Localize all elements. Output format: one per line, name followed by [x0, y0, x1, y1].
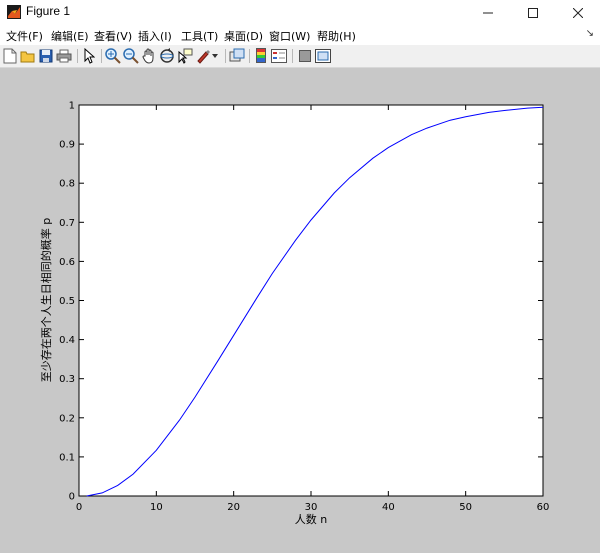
maximize-button[interactable] — [510, 0, 555, 25]
hide-plot-tools-icon — [299, 50, 311, 62]
close-button[interactable] — [555, 0, 600, 25]
save-icon — [39, 49, 53, 63]
window-title: Figure 1 — [26, 4, 71, 18]
minimize-button[interactable] — [465, 0, 510, 25]
x-tick-label: 40 — [382, 502, 395, 513]
insert-legend-button[interactable] — [270, 47, 288, 65]
x-tick-label: 60 — [537, 502, 550, 513]
dock-arrow-icon[interactable]: ↘ — [586, 28, 594, 39]
chevron-down-icon — [212, 54, 218, 58]
birthday-probability-chart: 0 10 20 30 40 50 60 00.10.20.30.40.50.60.70.80… — [39, 101, 550, 527]
brush-dropdown[interactable] — [210, 47, 220, 65]
y-tick-label: 0.3 — [59, 374, 75, 385]
x-axis-label: 人数 n — [295, 513, 327, 526]
data-cursor-icon — [178, 48, 193, 64]
insert-colorbar-icon — [256, 48, 266, 63]
menu-insert[interactable]: 插入(I) — [138, 28, 172, 44]
matlab-logo-icon — [7, 5, 21, 19]
data-cursor-button[interactable] — [176, 47, 194, 65]
print-button[interactable] — [55, 47, 73, 65]
x-tick-label: 10 — [150, 502, 163, 513]
open-file-button[interactable] — [19, 47, 37, 65]
menu-help[interactable]: 帮助(H) — [317, 28, 356, 44]
y-tick-label: 0.9 — [59, 140, 75, 151]
new-figure-button[interactable] — [1, 47, 19, 65]
menu-view[interactable]: 查看(V) — [94, 28, 132, 44]
figure-canvas[interactable]: 0 10 20 30 40 50 60 0 0.1 0.2 0.3 0.4 0.5 0.6 0.7 0.8 0… — [0, 68, 600, 549]
window-title-bar: Figure 1 — [0, 0, 600, 26]
y-tick-label: 0.5 — [59, 296, 75, 307]
pan-icon — [142, 48, 154, 64]
zoom-out-icon — [123, 48, 139, 64]
rotate-3d-button[interactable] — [158, 47, 176, 65]
new-figure-icon — [3, 48, 17, 64]
y-tick-label: 0.7 — [59, 218, 75, 229]
brush-icon — [197, 50, 210, 64]
minimize-icon — [482, 12, 493, 13]
zoom-in-icon — [105, 48, 121, 64]
y-tick-label: 0.8 — [59, 179, 75, 190]
link-plot-icon — [229, 48, 245, 62]
edit-plot-button[interactable] — [80, 47, 98, 65]
toolbar-separator — [101, 49, 102, 63]
insert-legend-icon — [271, 49, 287, 63]
plot-area — [78, 104, 544, 497]
print-icon — [56, 49, 72, 63]
menu-tools[interactable]: 工具(T) — [181, 28, 218, 44]
open-file-icon — [20, 51, 35, 63]
insert-colorbar-button[interactable] — [252, 47, 270, 65]
edit-plot-icon — [84, 48, 95, 64]
link-plot-button[interactable] — [228, 47, 246, 65]
x-tick-label: 50 — [459, 502, 472, 513]
maximize-icon — [527, 7, 538, 18]
hide-plot-tools-button[interactable] — [296, 47, 314, 65]
x-tick-labels: 0 10 20 30 40 50 60 — [76, 502, 550, 513]
figure-toolbar — [0, 45, 600, 68]
y-tick-labels: 0 0.1 0.2 0.3 0.4 0.5 0.6 0.7 0.8 0.9 1 — [59, 101, 75, 503]
rotate-3d-icon — [160, 48, 174, 63]
y-tick-label: 0.2 — [59, 413, 75, 424]
x-tick-label: 0 — [76, 502, 82, 513]
x-tick-label: 30 — [305, 502, 318, 513]
close-icon — [572, 7, 583, 18]
menu-file[interactable]: 文件(F) — [6, 28, 43, 44]
toolbar-separator — [77, 49, 78, 63]
toolbar-separator — [225, 49, 226, 63]
menu-desktop[interactable]: 桌面(D) — [224, 28, 263, 44]
toolbar-separator — [292, 49, 293, 63]
show-plot-tools-button[interactable] — [314, 47, 332, 65]
y-tick-label: 0 — [69, 492, 75, 503]
menu-window[interactable]: 窗口(W) — [269, 28, 310, 44]
zoom-in-button[interactable] — [104, 47, 122, 65]
toolbar-separator — [249, 49, 250, 63]
y-tick-label: 0.4 — [59, 335, 75, 346]
save-button[interactable] — [37, 47, 55, 65]
menu-edit[interactable]: 编辑(E) — [51, 28, 89, 44]
y-tick-label: 0.1 — [59, 452, 75, 463]
pan-button[interactable] — [140, 47, 158, 65]
y-tick-label: 0.6 — [59, 257, 75, 268]
y-tick-label: 1 — [69, 101, 75, 112]
menu-bar: 文件(F) 编辑(E) 查看(V) 插入(I) 工具(T) 桌面(D) 窗口(W… — [0, 25, 600, 45]
y-axis-label: 至少存在两个人生日相同的概率 p — [39, 218, 53, 382]
show-plot-tools-icon — [315, 49, 331, 63]
x-tick-label: 20 — [227, 502, 240, 513]
zoom-out-button[interactable] — [122, 47, 140, 65]
